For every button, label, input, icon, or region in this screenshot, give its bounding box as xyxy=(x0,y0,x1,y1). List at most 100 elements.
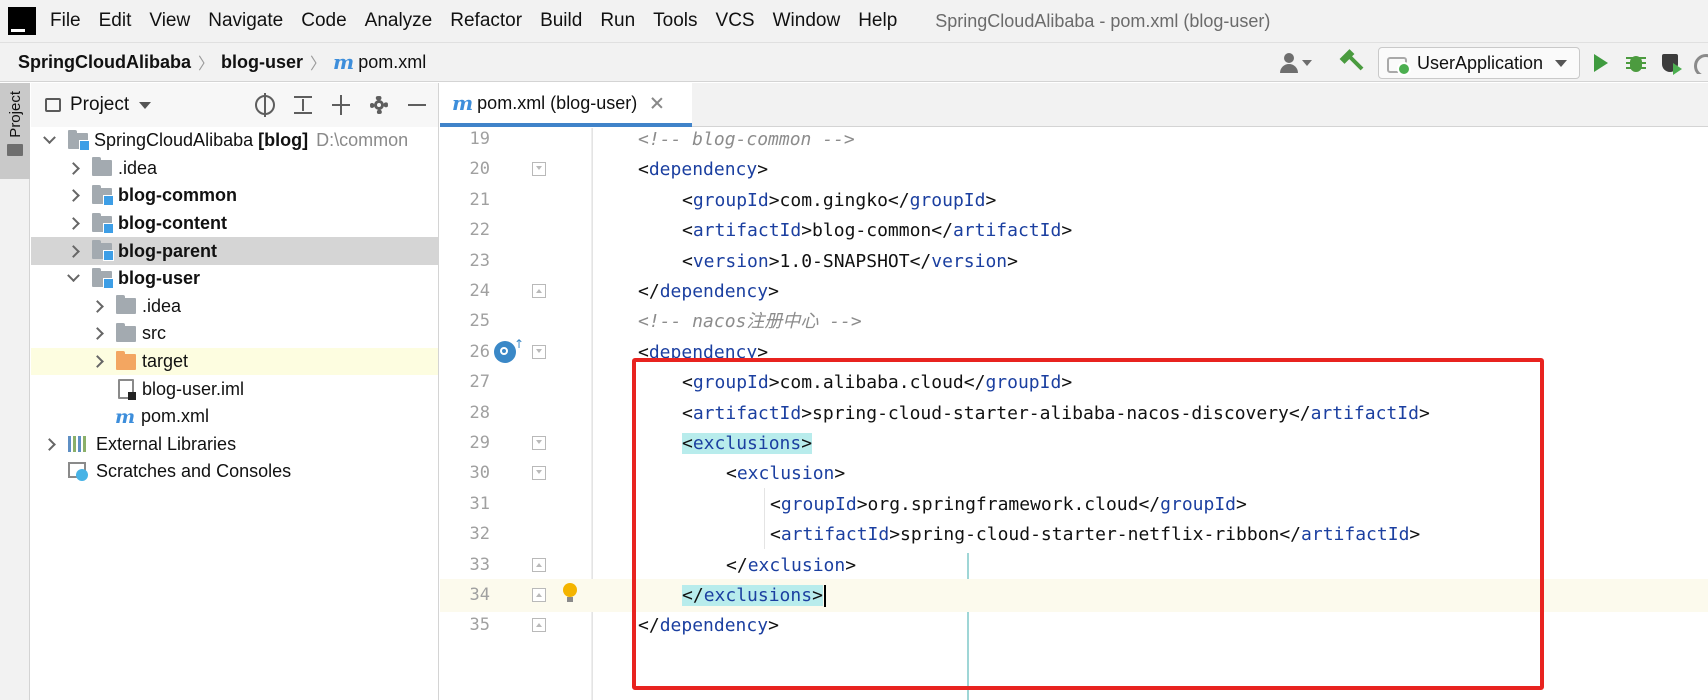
fold-expand-icon[interactable] xyxy=(532,344,546,359)
fold-collapse-icon[interactable] xyxy=(532,284,546,298)
code-line[interactable]: 23 <version>1.0-SNAPSHOT</version> xyxy=(440,245,1708,278)
menu-edit[interactable]: Edit xyxy=(99,10,132,32)
code-text[interactable]: <!-- nacos注册中心 --> xyxy=(638,305,862,338)
project-view-selector[interactable]: Project xyxy=(70,94,129,116)
fold-expand-icon[interactable] xyxy=(532,436,546,450)
menu-analyze[interactable]: Analyze xyxy=(365,10,433,32)
code-line[interactable]: 26 <dependency> ↑ xyxy=(440,336,1708,369)
menu-code[interactable]: Code xyxy=(301,10,346,32)
code-line[interactable]: 24 </dependency> xyxy=(440,275,1708,308)
user-account-icon[interactable] xyxy=(1280,51,1314,75)
menu-navigate[interactable]: Navigate xyxy=(208,10,283,32)
tree-item-external-libraries[interactable]: External Libraries xyxy=(31,431,438,459)
code-text[interactable]: <artifactId>spring-cloud-starter-alibaba… xyxy=(682,397,1430,430)
code-text[interactable]: <artifactId>blog-common</artifactId> xyxy=(682,214,1072,247)
code-text[interactable]: <artifactId>spring-cloud-starter-netflix… xyxy=(770,518,1420,551)
code-line[interactable]: 20 <dependency> xyxy=(440,153,1708,186)
menu-view[interactable]: View xyxy=(149,10,190,32)
run-configuration-select[interactable]: UserApplication xyxy=(1378,47,1580,79)
tree-item-target[interactable]: target xyxy=(31,347,438,376)
code-line[interactable]: 32 <artifactId>spring-cloud-starter-netfl… xyxy=(440,518,1708,551)
tree-item-blog-parent[interactable]: blog-parent xyxy=(31,237,438,265)
tree-item-project-root[interactable]: SpringCloudAlibaba [blog] D:\common xyxy=(31,127,438,155)
close-icon[interactable] xyxy=(651,97,663,109)
code-text[interactable]: </dependency> xyxy=(638,609,779,642)
code-line[interactable]: 33 </exclusion> xyxy=(440,549,1708,582)
chevron-right-icon[interactable] xyxy=(91,299,104,313)
chevron-right-icon[interactable] xyxy=(67,244,80,258)
tree-item-blog-common[interactable]: blog-common xyxy=(31,182,438,210)
locate-file-target-icon[interactable] xyxy=(254,93,276,117)
code-line[interactable]: 30 <exclusion> xyxy=(440,457,1708,490)
intention-bulb-icon[interactable] xyxy=(562,583,578,605)
tree-item-scratches[interactable]: Scratches and Consoles xyxy=(31,458,438,486)
menu-tools[interactable]: Tools xyxy=(653,10,697,32)
breadcrumb-project[interactable]: SpringCloudAlibaba xyxy=(18,52,191,73)
code-line[interactable]: 31 <groupId>org.springframework.cloud</gr… xyxy=(440,488,1708,521)
code-text[interactable]: <exclusion> xyxy=(726,457,845,490)
menu-build[interactable]: Build xyxy=(540,10,582,32)
code-text[interactable]: <!-- blog-common --> xyxy=(638,123,855,156)
menu-help[interactable]: Help xyxy=(858,10,897,32)
chevron-right-icon[interactable] xyxy=(67,162,80,175)
menu-vcs[interactable]: VCS xyxy=(716,10,755,32)
code-text[interactable]: </dependency> xyxy=(638,275,779,308)
code-line[interactable]: 22 <artifactId>blog-common</artifactId> xyxy=(440,214,1708,247)
tree-item-blog-content[interactable]: blog-content xyxy=(31,210,438,238)
code-line[interactable]: 27 <groupId>com.alibaba.cloud</groupId> xyxy=(440,366,1708,399)
fold-expand-icon[interactable] xyxy=(532,162,546,177)
run-play-icon[interactable] xyxy=(1594,54,1608,72)
breadcrumb-module[interactable]: blog-user xyxy=(221,52,303,73)
chevron-right-icon[interactable] xyxy=(67,217,80,230)
collapse-all-icon[interactable] xyxy=(330,94,352,116)
chevron-down-icon[interactable] xyxy=(43,131,56,145)
code-text[interactable]: <dependency> xyxy=(638,153,768,186)
code-line[interactable]: 34 </exclusions> xyxy=(440,579,1708,612)
code-text[interactable]: <groupId>org.springframework.cloud</grou… xyxy=(770,488,1247,521)
code-text[interactable]: <dependency> xyxy=(638,336,768,369)
breadcrumb-file[interactable]: pom.xml xyxy=(358,52,426,73)
project-tool-window-button[interactable]: Project xyxy=(0,83,30,179)
menu-file[interactable]: File xyxy=(50,10,81,32)
code-line[interactable]: 35 </dependency> xyxy=(440,609,1708,642)
tree-item-src[interactable]: src xyxy=(31,320,438,348)
fold-collapse-icon[interactable] xyxy=(532,588,546,602)
chevron-right-icon[interactable] xyxy=(91,327,104,341)
navigate-to-parent-icon[interactable]: ↑ xyxy=(494,337,524,365)
chevron-down-icon[interactable] xyxy=(139,101,152,109)
menu-refactor[interactable]: Refactor xyxy=(450,10,522,32)
code-text[interactable]: <version>1.0-SNAPSHOT</version> xyxy=(682,245,1018,278)
code-text[interactable]: <groupId>com.gingko</groupId> xyxy=(682,184,996,217)
code-line[interactable]: 29 <exclusions> xyxy=(440,427,1708,460)
code-line[interactable]: 21 <groupId>com.gingko</groupId> xyxy=(440,184,1708,217)
fold-collapse-icon[interactable] xyxy=(532,557,546,572)
chevron-right-icon[interactable] xyxy=(43,437,56,451)
fold-collapse-icon[interactable] xyxy=(532,618,546,633)
tree-item-blog-user[interactable]: blog-user xyxy=(31,265,438,293)
menu-run[interactable]: Run xyxy=(600,10,635,32)
editor-tab-pom-xml[interactable]: m pom.xml (blog-user) xyxy=(440,83,692,127)
code-line[interactable]: 25 <!-- nacos注册中心 --> xyxy=(440,305,1708,338)
expand-all-icon[interactable] xyxy=(292,94,314,116)
chevron-down-icon[interactable] xyxy=(67,269,80,283)
code-line[interactable]: 28 <artifactId>spring-cloud-starter-aliba… xyxy=(440,397,1708,430)
code-text[interactable]: </exclusion> xyxy=(726,549,856,582)
fold-expand-icon[interactable] xyxy=(532,466,546,481)
debug-bug-icon[interactable] xyxy=(1626,52,1646,74)
code-text[interactable]: <groupId>com.alibaba.cloud</groupId> xyxy=(682,366,1072,399)
code-line[interactable]: 19 <!-- blog-common --> xyxy=(440,123,1708,156)
build-hammer-icon[interactable] xyxy=(1338,51,1362,75)
gear-icon[interactable] xyxy=(368,94,390,116)
menu-window[interactable]: Window xyxy=(773,10,841,32)
chevron-right-icon[interactable] xyxy=(91,355,104,368)
tree-item-blog-user-iml[interactable]: blog-user.iml xyxy=(31,375,438,403)
tree-item-pom-xml[interactable]: m pom.xml xyxy=(31,403,438,431)
tree-item-idea[interactable]: .idea xyxy=(31,155,438,183)
minimize-icon[interactable] xyxy=(406,94,428,116)
code-text[interactable]: </exclusions> xyxy=(682,579,826,612)
profiler-icon[interactable] xyxy=(1694,52,1708,74)
code-text[interactable]: <exclusions> xyxy=(682,427,813,460)
tree-item-blog-user-idea[interactable]: .idea xyxy=(31,293,438,321)
run-with-coverage-icon[interactable] xyxy=(1662,52,1684,75)
chevron-right-icon[interactable] xyxy=(67,189,80,203)
